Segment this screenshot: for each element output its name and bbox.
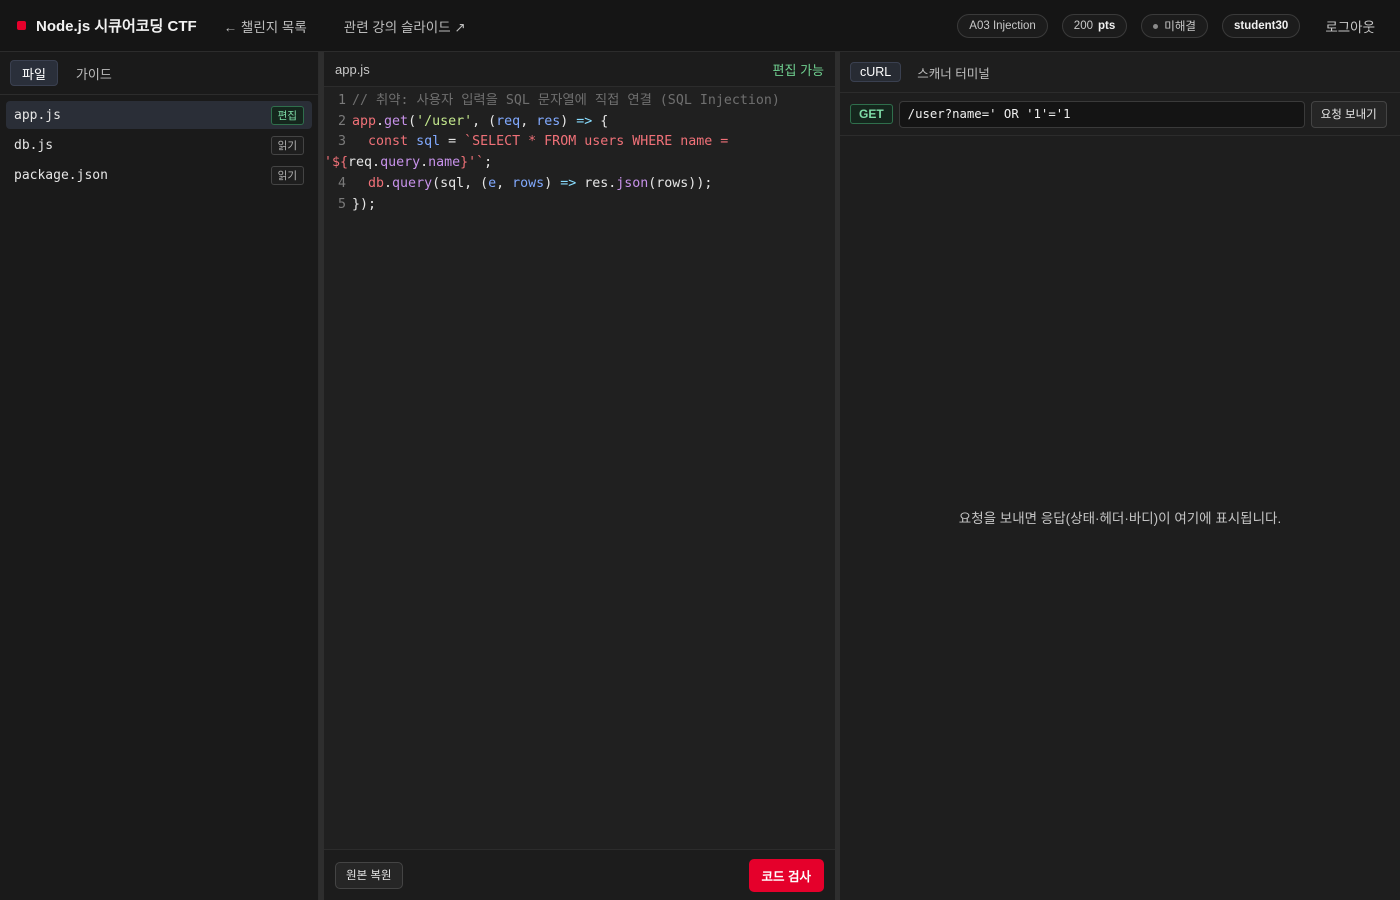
back-to-challenges-link[interactable]: ← 챌린지 목록 (224, 16, 307, 36)
tab-scanner-terminal[interactable]: 스캐너 터미널 (908, 62, 998, 82)
send-request-button[interactable]: 요청 보내기 (1310, 100, 1387, 128)
code-line: 3 const sql = `SELECT * FROM users WHERE… (324, 132, 835, 153)
top-bar: Node.js 시큐어코딩 CTF ← 챌린지 목록 관련 강의 슬라이드 ↗ … (0, 0, 1400, 52)
code-line: 1 // 취약: 사용자 입력을 SQL 문자열에 직접 연결 (SQL Inj… (324, 91, 835, 112)
file-badge-read: 읽기 (270, 135, 304, 155)
code-line: 4 db.query(sql, (e, rows) => res.json(ro… (324, 174, 835, 195)
solved-status-badge: 미해결 (1141, 14, 1208, 38)
app-title: Node.js 시큐어코딩 CTF (36, 18, 197, 35)
sidebar-tabs: 파일 가이드 (0, 52, 318, 95)
file-item-app-js[interactable]: app.js 편집 (6, 101, 312, 129)
status-dot-icon (1153, 23, 1159, 29)
tab-files[interactable]: 파일 (10, 60, 58, 86)
brand[interactable]: Node.js 시큐어코딩 CTF (17, 15, 197, 36)
file-name: db.js (14, 137, 54, 153)
file-item-package-json[interactable]: package.json 읽기 (6, 161, 312, 189)
request-bar: GET 요청 보내기 (840, 92, 1400, 136)
editable-indicator: 편집 가능 (772, 62, 824, 78)
line-number: 5 (337, 196, 346, 212)
editor-header: app.js 편집 가능 (324, 52, 835, 87)
username-badge: student30 (1221, 14, 1301, 38)
http-method-select[interactable]: GET (850, 104, 893, 124)
solved-status-label: 미해결 (1164, 21, 1196, 33)
line-number: 4 (337, 175, 346, 191)
tab-guide[interactable]: 가이드 (65, 60, 123, 86)
file-sidebar: 파일 가이드 app.js 편집 db.js 읽기 package.json 읽… (0, 52, 319, 900)
request-tabs: cURL 스캐너 터미널 (840, 52, 1400, 92)
editor-footer: 원본 복원 코드 검사 (324, 849, 835, 900)
file-name: app.js (14, 107, 61, 123)
lecture-slides-link[interactable]: 관련 강의 슬라이드 ↗ (344, 16, 466, 36)
points-unit: pts (1097, 20, 1116, 32)
code-area[interactable]: 1 // 취약: 사용자 입력을 SQL 문자열에 직접 연결 (SQL Inj… (324, 87, 835, 215)
code-editor-panel: app.js 편집 가능 1 // 취약: 사용자 입력을 SQL 문자열에 직… (324, 52, 835, 900)
response-placeholder: 요청을 보내면 응답(상태·헤더·바디)이 여기에 표시됩니다. (958, 511, 1282, 526)
file-list: app.js 편집 db.js 읽기 package.json 읽기 (0, 95, 318, 197)
status-area: A03 Injection 200 pts 미해결 student30 로그아웃 (957, 0, 1400, 52)
file-name: package.json (14, 167, 108, 183)
code-line: 5 }); (324, 195, 835, 216)
code-line-wrapped: '${req.query.name}'`; (324, 155, 493, 171)
category-badge: A03 Injection (957, 14, 1048, 38)
check-code-button[interactable]: 코드 검사 (748, 858, 824, 892)
line-number: 1 (337, 93, 346, 108)
request-panel: cURL 스캐너 터미널 GET 요청 보내기 요청을 보내면 응답(상태·헤더… (840, 52, 1400, 900)
file-badge-read: 읽기 (270, 165, 304, 185)
file-badge-edit: 편집 (270, 105, 304, 125)
request-url-input[interactable] (898, 100, 1305, 128)
logout-button[interactable]: 로그아웃 (1325, 16, 1375, 36)
tab-curl[interactable]: cURL (850, 62, 902, 82)
brand-logo-icon (17, 21, 26, 30)
file-item-db-js[interactable]: db.js 읽기 (6, 131, 312, 159)
line-number: 3 (337, 134, 346, 150)
line-number: 2 (337, 113, 346, 129)
points-badge: 200 pts (1061, 14, 1128, 38)
editor-filename: app.js (335, 61, 370, 77)
restore-original-button[interactable]: 원본 복원 (335, 861, 403, 889)
code-line: 2 app.get('/user', (req, res) => { (324, 112, 835, 133)
points-value: 200 (1073, 20, 1093, 32)
